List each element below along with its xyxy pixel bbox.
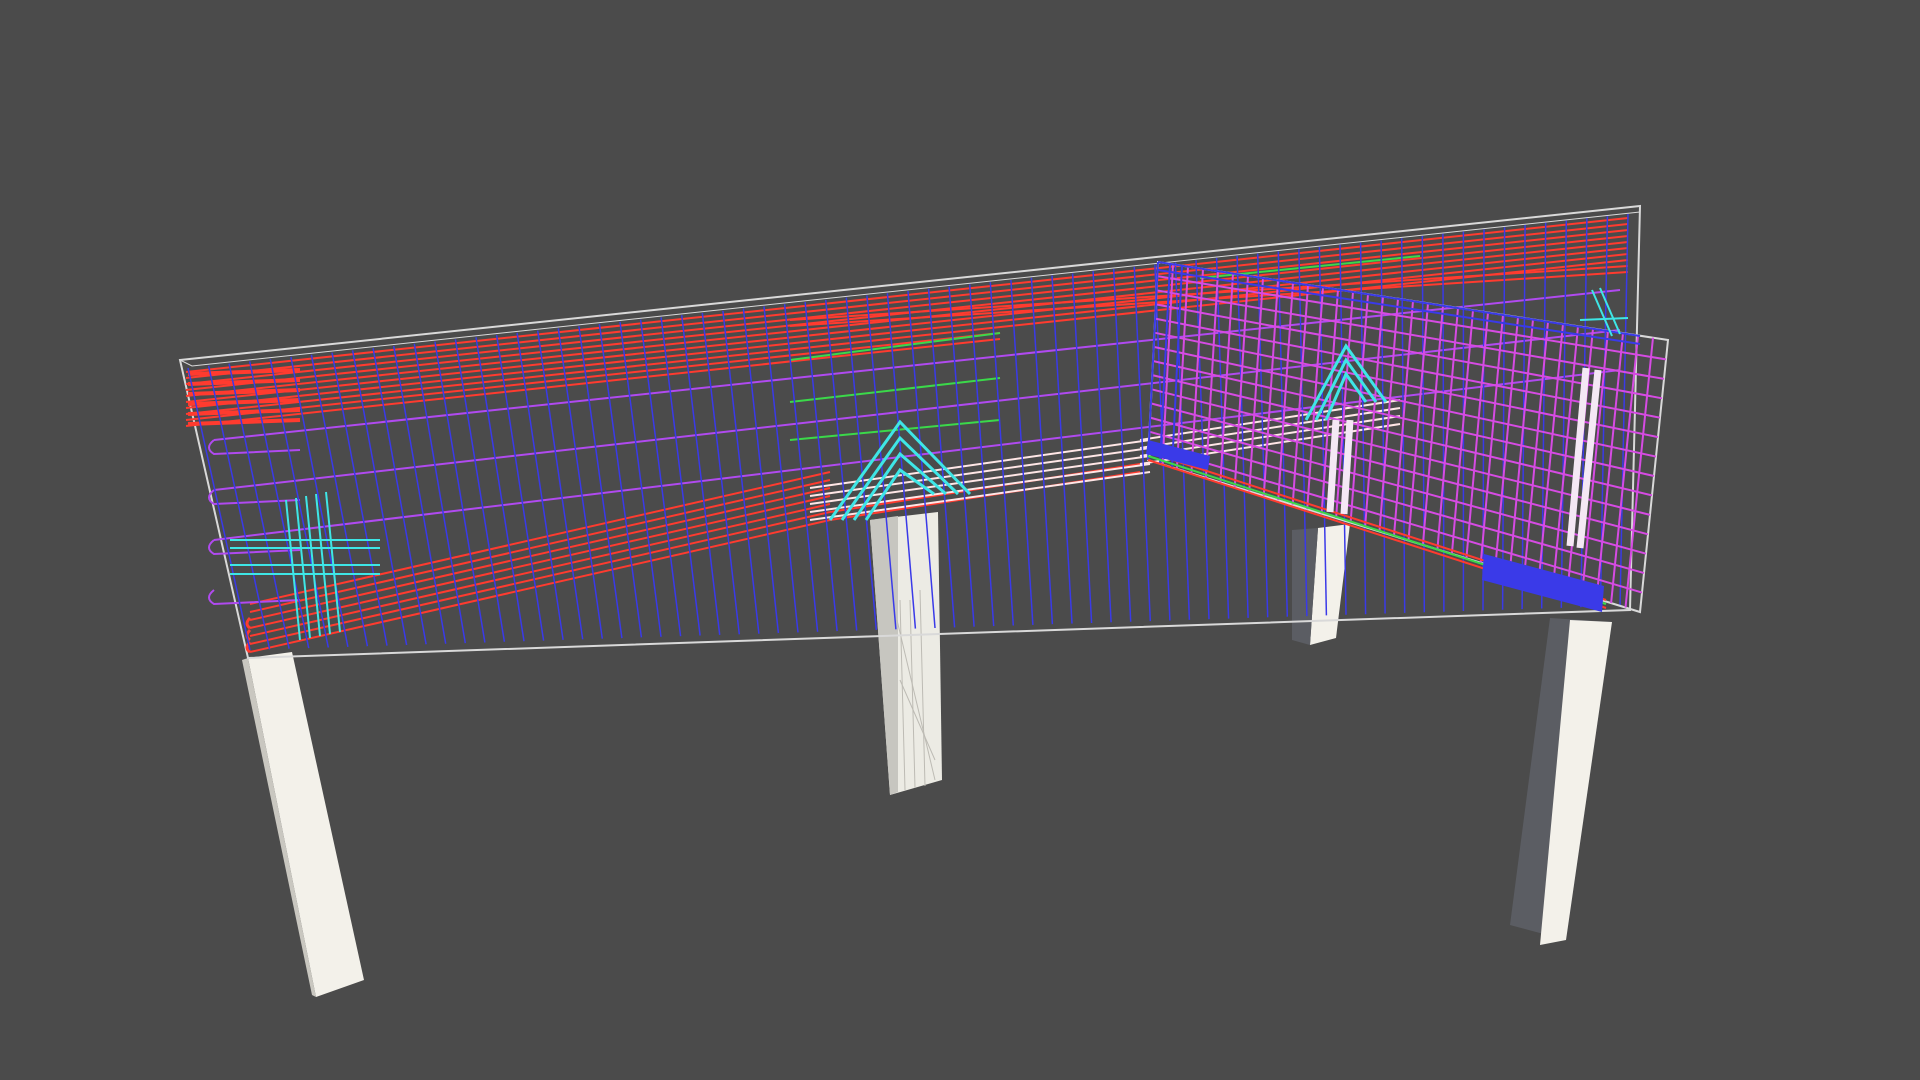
column-right-front — [1510, 618, 1612, 945]
3d-viewport[interactable] — [0, 0, 1920, 1080]
hanger-bars-left — [230, 491, 380, 641]
stirrup — [1030, 277, 1054, 625]
crossing-beam — [1146, 260, 1670, 614]
column-middle — [870, 512, 942, 795]
mesh-horizontal-bar — [1157, 275, 1667, 361]
stirrup — [372, 348, 427, 645]
stirrup — [516, 332, 564, 641]
stirrup — [989, 282, 1015, 626]
stirrup — [578, 326, 623, 639]
column-left — [242, 652, 364, 997]
stirrup — [1051, 275, 1073, 624]
stirrup — [536, 330, 584, 640]
stirrup — [392, 345, 447, 644]
stirrup — [351, 350, 408, 646]
column-right-back — [1292, 524, 1350, 645]
stirrup — [557, 328, 604, 639]
mesh-horizontal-bar — [1149, 430, 1645, 575]
columns — [242, 512, 1612, 997]
rebar-model-canvas[interactable] — [0, 0, 1920, 1080]
stirrup — [1010, 279, 1034, 625]
stirrup — [434, 341, 486, 643]
stirrup — [413, 343, 467, 644]
hanger-triangle-middle — [828, 419, 972, 521]
